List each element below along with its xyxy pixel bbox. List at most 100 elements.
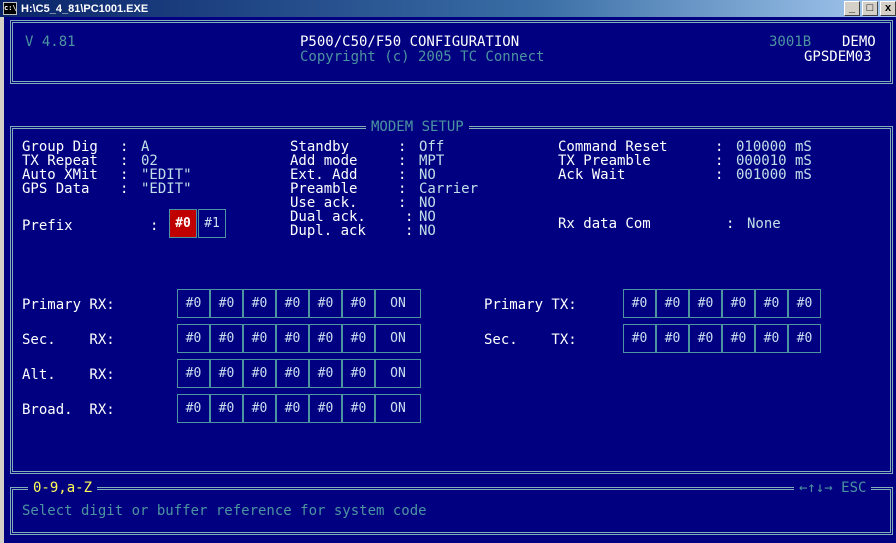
tx-repeat-value[interactable]: 02 <box>141 154 158 168</box>
prefix-digit-1[interactable]: #1 <box>198 209 226 238</box>
ack-wait-label: Ack Wait <box>558 167 626 183</box>
rx-address-cell[interactable]: #0 <box>243 289 276 318</box>
window-controls: _ □ x <box>842 1 896 16</box>
ext-add-value[interactable]: NO <box>419 168 436 182</box>
mode-label: DEMO <box>842 34 876 50</box>
rx-address-cell[interactable]: #0 <box>177 394 210 423</box>
close-button[interactable]: x <box>880 1 896 16</box>
auto-xmit-value[interactable]: "EDIT" <box>141 168 192 182</box>
rx-address-cell[interactable]: #0 <box>276 289 309 318</box>
device-name: GPSDEM03 <box>804 49 872 65</box>
rx-address-cell[interactable]: #0 <box>210 359 243 388</box>
tx-address-cell[interactable]: #0 <box>689 324 722 353</box>
prefix-label: Prefix <box>22 218 73 234</box>
rx-address-cell[interactable]: #0 <box>210 394 243 423</box>
rx-data-com-label: Rx data Com <box>558 216 651 232</box>
window-titlebar[interactable]: c:\ H:\C5_4_81\PC1001.EXE _ □ x <box>0 0 896 17</box>
rx-row-label: Broad. RX: <box>22 402 115 418</box>
window-title: H:\C5_4_81\PC1001.EXE <box>21 2 149 15</box>
tx-address-cell[interactable]: #0 <box>722 324 755 353</box>
tx-address-cell[interactable]: #0 <box>788 289 821 318</box>
standby-sep: : <box>398 139 407 155</box>
group-dig-label: Group Dig <box>22 139 98 155</box>
rx-address-cell[interactable]: #0 <box>276 394 309 423</box>
rx-data-com-value[interactable]: None <box>747 217 781 231</box>
rx-row-label: Primary RX: <box>22 297 115 313</box>
gps-data-label: GPS Data <box>22 181 90 197</box>
prefix-digit-0[interactable]: #0 <box>169 209 197 238</box>
tx-address-cell[interactable]: #0 <box>689 289 722 318</box>
tx-address-cell[interactable]: #0 <box>722 289 755 318</box>
rx-status-toggle[interactable]: ON <box>375 359 421 388</box>
add-mode-sep: : <box>398 153 407 169</box>
command-reset-value[interactable]: 010000 mS <box>736 140 812 154</box>
tx-address-cell[interactable]: #0 <box>656 289 689 318</box>
rx-address-cell[interactable]: #0 <box>309 324 342 353</box>
tx-preamble-sep: : <box>715 153 724 169</box>
tx-address-cell[interactable]: #0 <box>755 289 788 318</box>
tx-address-cell[interactable]: #0 <box>623 324 656 353</box>
rx-address-cell[interactable]: #0 <box>243 394 276 423</box>
rx-row-label: Sec. RX: <box>22 332 115 348</box>
rx-address-cell[interactable]: #0 <box>177 324 210 353</box>
dupl-ack-sep: : <box>405 223 414 239</box>
group-dig-value[interactable]: A <box>141 140 149 154</box>
rx-address-cell[interactable]: #0 <box>342 289 375 318</box>
header-panel: V 4.81 P500/C50/F50 CONFIGURATION Copyri… <box>10 20 893 84</box>
rx-address-cell[interactable]: #0 <box>309 394 342 423</box>
rx-address-cell[interactable]: #0 <box>177 359 210 388</box>
ext-add-label: Ext. Add <box>290 167 358 183</box>
tx-address-cell[interactable]: #0 <box>788 324 821 353</box>
rx-address-cell[interactable]: #0 <box>309 359 342 388</box>
tx-address-cell[interactable]: #0 <box>623 289 656 318</box>
rx-address-cell[interactable]: #0 <box>276 359 309 388</box>
rx-address-cell[interactable]: #0 <box>243 324 276 353</box>
auto-xmit-label: Auto XMit <box>22 167 98 183</box>
gps-data-value[interactable]: "EDIT" <box>141 182 192 196</box>
add-mode-value[interactable]: MPT <box>419 154 444 168</box>
rx-address-cell[interactable]: #0 <box>210 324 243 353</box>
rx-row-label: Alt. RX: <box>22 367 115 383</box>
rx-address-cell[interactable]: #0 <box>309 289 342 318</box>
tx-preamble-value[interactable]: 000010 mS <box>736 154 812 168</box>
preamble-sep: : <box>398 181 407 197</box>
ack-wait-sep: : <box>715 167 724 183</box>
rx-address-cell[interactable]: #0 <box>177 289 210 318</box>
tx-preamble-label: TX Preamble <box>558 153 651 169</box>
rx-status-toggle[interactable]: ON <box>375 394 421 423</box>
help-line: Select digit or buffer reference for sys… <box>22 503 427 519</box>
rx-address-cell[interactable]: #0 <box>342 359 375 388</box>
maximize-button[interactable]: □ <box>862 1 878 16</box>
key-hint-legend: 0-9,a-Z <box>28 481 98 495</box>
use-ack-value[interactable]: NO <box>419 196 436 210</box>
standby-value[interactable]: Off <box>419 140 444 154</box>
version-label: V 4.81 <box>25 34 76 50</box>
command-reset-label: Command Reset <box>558 139 668 155</box>
tx-address-cell[interactable]: #0 <box>656 324 689 353</box>
ack-wait-value[interactable]: 001000 mS <box>736 168 812 182</box>
rx-status-toggle[interactable]: ON <box>375 289 421 318</box>
dupl-ack-label: Dupl. ack <box>290 223 366 239</box>
rx-address-cell[interactable]: #0 <box>243 359 276 388</box>
rx-address-cell[interactable]: #0 <box>342 394 375 423</box>
dupl-ack-value[interactable]: NO <box>419 224 436 238</box>
dual-ack-value[interactable]: NO <box>419 210 436 224</box>
ext-add-sep: : <box>398 167 407 183</box>
standby-label: Standby <box>290 139 350 155</box>
group-dig-sep: : <box>120 139 129 155</box>
copyright-text: Copyright (c) 2005 TC Connect <box>300 49 545 65</box>
use-ack-sep: : <box>398 195 407 211</box>
rx-address-cell[interactable]: #0 <box>342 324 375 353</box>
preamble-label: Preamble <box>290 181 358 197</box>
tx-row-label: Sec. TX: <box>484 332 577 348</box>
rx-address-cell[interactable]: #0 <box>210 289 243 318</box>
rx-address-cell[interactable]: #0 <box>276 324 309 353</box>
tx-address-cell[interactable]: #0 <box>755 324 788 353</box>
rx-status-toggle[interactable]: ON <box>375 324 421 353</box>
rx-data-com-sep: : <box>726 216 735 232</box>
auto-xmit-sep: : <box>120 167 129 183</box>
tx-repeat-sep: : <box>120 153 129 169</box>
minimize-button[interactable]: _ <box>844 1 860 16</box>
console-area: V 4.81 P500/C50/F50 CONFIGURATION Copyri… <box>0 17 896 543</box>
preamble-value[interactable]: Carrier <box>419 182 478 196</box>
